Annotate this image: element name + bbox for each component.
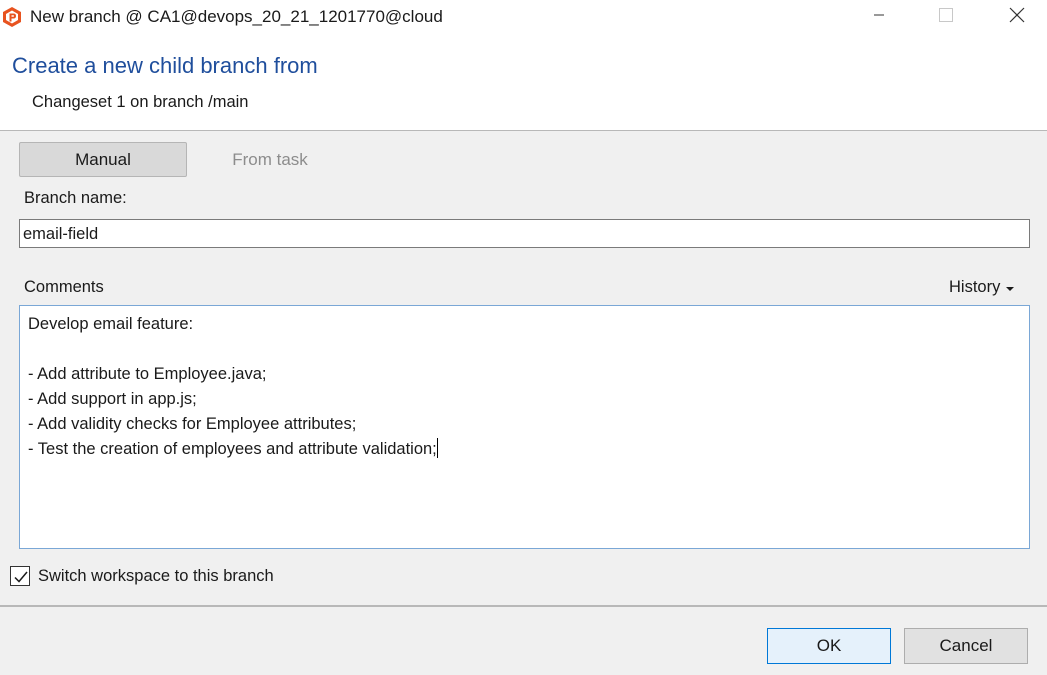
checkmark-icon xyxy=(14,571,28,583)
cancel-button[interactable]: Cancel xyxy=(904,628,1028,664)
close-button[interactable] xyxy=(994,0,1040,34)
switch-workspace-checkbox[interactable] xyxy=(10,566,30,586)
comments-textarea[interactable]: Develop email feature: - Add attribute t… xyxy=(19,305,1030,549)
tab-from-task[interactable]: From task xyxy=(186,142,354,177)
minimize-icon xyxy=(873,8,885,26)
minimize-button[interactable] xyxy=(856,0,902,34)
branch-name-input[interactable]: email-field xyxy=(19,219,1030,248)
comment-line: Develop email feature: xyxy=(28,315,194,333)
chevron-down-icon xyxy=(1006,286,1015,291)
source-changeset-label: Changeset 1 on branch /main xyxy=(32,93,249,111)
ok-button[interactable]: OK xyxy=(767,628,891,664)
title-bar: New branch @ CA1@devops_20_21_1201770@cl… xyxy=(0,0,1047,36)
comments-label: Comments xyxy=(24,278,104,296)
tab-manual[interactable]: Manual xyxy=(19,142,187,177)
comment-line: - Add validity checks for Employee attri… xyxy=(28,415,357,433)
comment-line: - Test the creation of employees and att… xyxy=(28,440,437,458)
plastic-scm-logo-icon xyxy=(1,6,23,28)
dialog-heading: Create a new child branch from xyxy=(12,53,318,78)
close-icon xyxy=(1009,7,1025,28)
comment-line: - Add support in app.js; xyxy=(28,390,197,408)
comment-line: - Add attribute to Employee.java; xyxy=(28,365,267,383)
dialog-header: Create a new child branch from Changeset… xyxy=(0,36,1047,131)
history-dropdown[interactable]: History xyxy=(949,278,1015,297)
switch-workspace-label[interactable]: Switch workspace to this branch xyxy=(38,567,274,586)
maximize-button[interactable] xyxy=(923,0,969,34)
maximize-icon xyxy=(939,7,953,27)
branch-name-label: Branch name: xyxy=(24,189,127,207)
comment-line xyxy=(28,337,1021,362)
text-cursor xyxy=(436,438,438,458)
history-label: History xyxy=(949,278,1001,296)
window-title: New branch @ CA1@devops_20_21_1201770@cl… xyxy=(30,7,443,26)
comment-line-last: - Test the creation of employees and att… xyxy=(28,437,1021,462)
